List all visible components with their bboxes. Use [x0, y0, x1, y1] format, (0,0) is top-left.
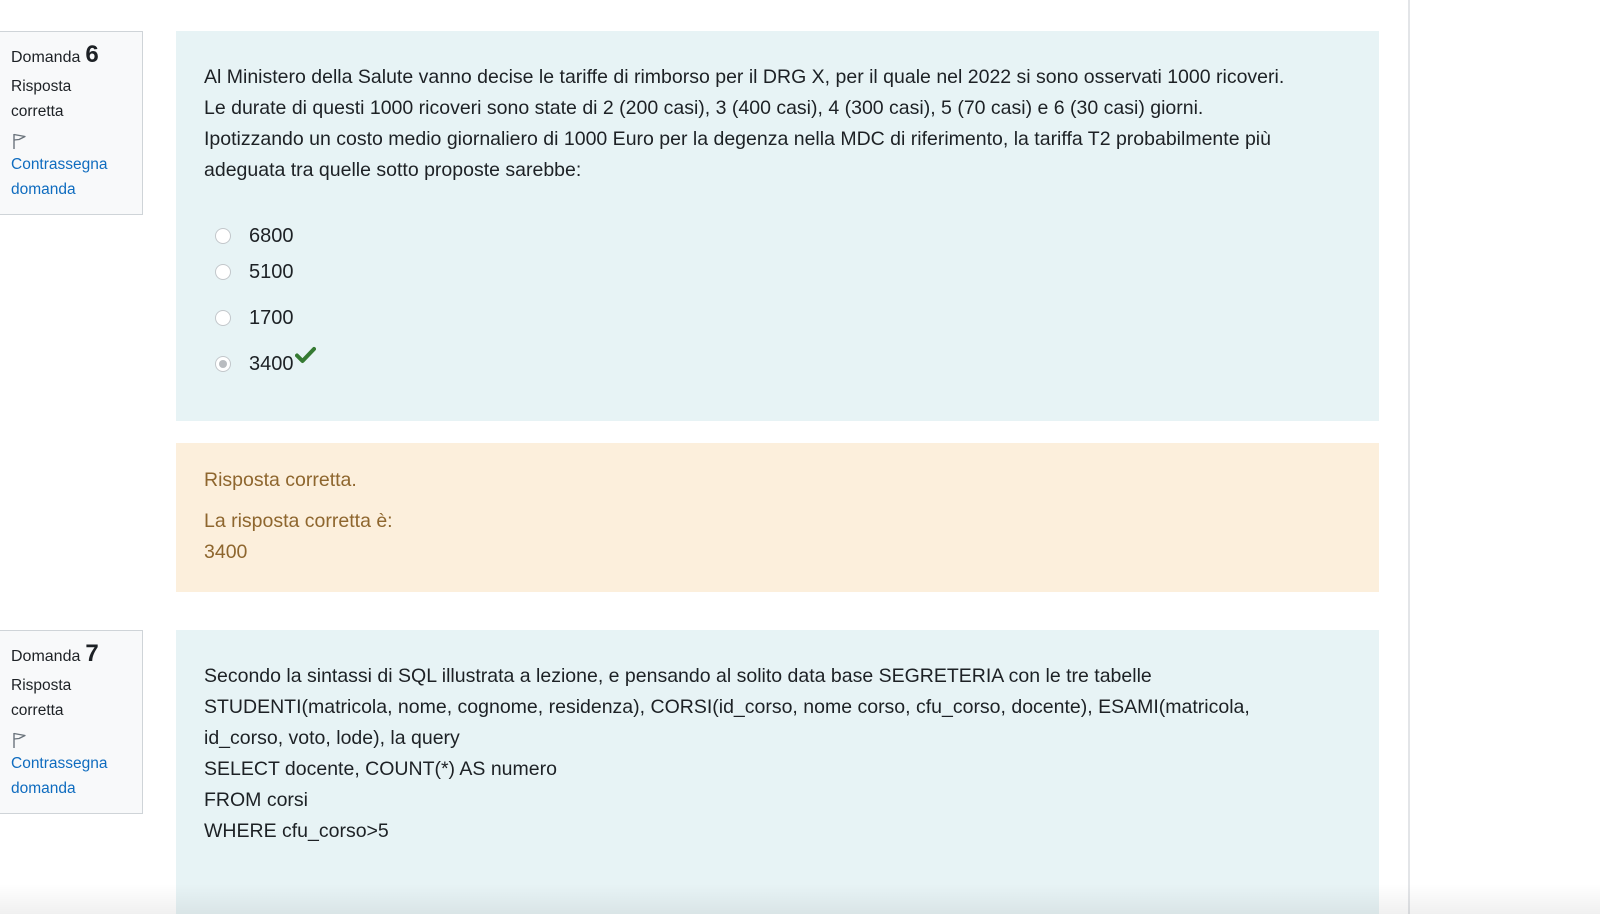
answer-option[interactable]: 6800 [204, 218, 1351, 254]
flag-link-line2[interactable]: domanda [11, 780, 76, 797]
sql-line: FROM corsi [204, 789, 308, 811]
right-answer-value: 3400 [204, 541, 248, 563]
question-text-line: Le durate di questi 1000 ricoveri sono s… [204, 97, 1204, 119]
flag-link-line1[interactable]: Contrassegna [11, 755, 108, 772]
question-text-line: id_corso, voto, lode), la query [204, 727, 460, 749]
question-state-line1: Risposta [11, 677, 72, 694]
question-text-line: adeguata tra quelle sotto proposte sareb… [204, 159, 582, 181]
question-text: Secondo la sintassi di SQL illustrata a … [204, 661, 1351, 754]
question-state-line2: corretta [11, 702, 64, 719]
question-formulation-7: Secondo la sintassi di SQL illustrata a … [176, 630, 1379, 914]
question-number-row: Domanda 6 [11, 42, 132, 70]
answer-option[interactable]: 1700 [204, 300, 1351, 336]
quiz-review-page: Domanda 6 Risposta corretta Contrassegna… [0, 0, 1600, 914]
checkmark-icon [294, 343, 316, 374]
question-formulation-6: Al Ministero della Salute vanno decise l… [176, 31, 1379, 421]
question-label: Domanda [11, 49, 81, 66]
flag-link-line1[interactable]: Contrassegna [11, 156, 108, 173]
question-info-6: Domanda 6 Risposta corretta Contrassegna… [0, 31, 143, 215]
sql-line: SELECT docente, COUNT(*) AS numero [204, 758, 557, 780]
right-answer-label: La risposta corretta è: [204, 510, 393, 532]
answer-option-label[interactable]: 1700 [249, 303, 294, 334]
question-text-line: STUDENTI(matricola, nome, cognome, resid… [204, 696, 1250, 718]
question-number-row: Domanda 7 [11, 641, 132, 669]
question-info-7: Domanda 7 Risposta corretta Contrassegna… [0, 630, 143, 814]
flag-question-link[interactable]: Contrassegna domanda [11, 751, 132, 801]
feedback-status: Risposta corretta. [204, 469, 357, 491]
question-state-line1: Risposta [11, 78, 72, 95]
answer-option-selected[interactable]: 3400 [204, 346, 1351, 382]
radio-button[interactable] [215, 228, 231, 244]
question-text-line: Al Ministero della Salute vanno decise l… [204, 66, 1285, 88]
question-state: Risposta corretta [11, 74, 132, 124]
flag-outline-icon[interactable] [11, 132, 132, 152]
sql-query: SELECT docente, COUNT(*) AS numero FROM … [204, 754, 1351, 847]
answer-option-label[interactable]: 5100 [249, 257, 294, 288]
question-state: Risposta corretta [11, 673, 132, 723]
question-label: Domanda [11, 648, 81, 665]
radio-button-selected[interactable] [215, 356, 231, 372]
answer-option-label[interactable]: 3400 [249, 349, 294, 380]
answer-options: 6800 5100 1700 3400 [204, 218, 1351, 382]
question-text-line: Ipotizzando un costo medio giornaliero d… [204, 128, 1271, 150]
radio-button[interactable] [215, 310, 231, 326]
content-divider [1408, 0, 1410, 914]
question-text: Al Ministero della Salute vanno decise l… [204, 62, 1351, 186]
question-state-line2: corretta [11, 103, 64, 120]
question-feedback-6: Risposta corretta. La risposta corretta … [176, 443, 1379, 592]
flag-question-link[interactable]: Contrassegna domanda [11, 152, 132, 202]
question-number: 6 [85, 41, 99, 68]
flag-link-line2[interactable]: domanda [11, 181, 76, 198]
question-text-line: Secondo la sintassi di SQL illustrata a … [204, 665, 1152, 687]
radio-button[interactable] [215, 264, 231, 280]
question-number: 7 [85, 640, 99, 667]
answer-option[interactable]: 5100 [204, 254, 1351, 290]
sql-line: WHERE cfu_corso>5 [204, 820, 389, 842]
flag-outline-icon[interactable] [11, 731, 132, 751]
answer-option-label[interactable]: 6800 [249, 221, 294, 252]
